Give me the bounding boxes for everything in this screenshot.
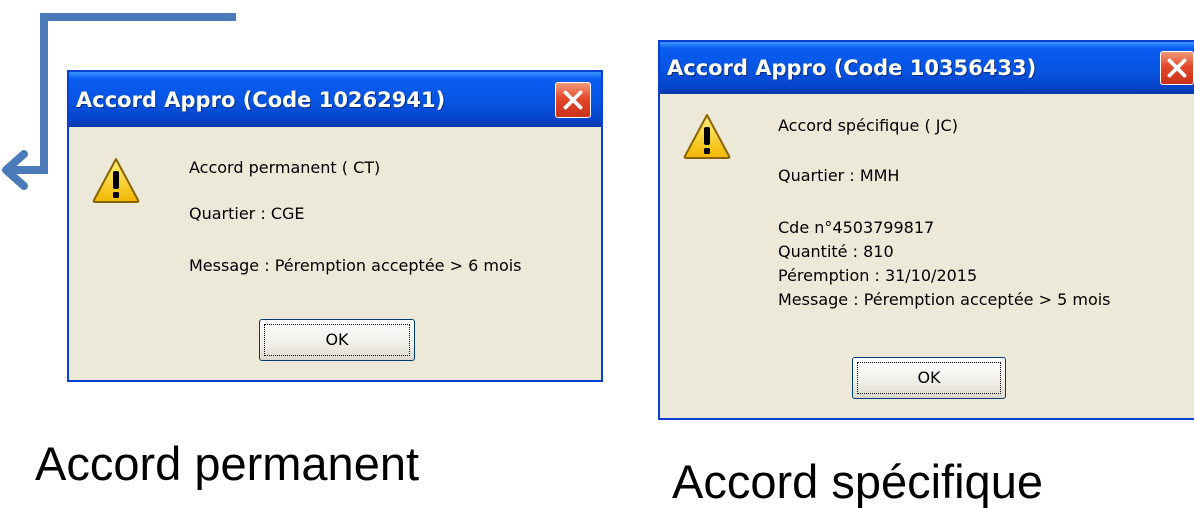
- message-line-quartier: Quartier : CGE: [189, 204, 305, 223]
- ok-button-label: OK: [917, 368, 941, 387]
- close-icon: [1167, 58, 1187, 78]
- caption-accord-specifique: Accord spécifique: [672, 455, 1043, 508]
- message-line-quartier: Quartier : MMH: [778, 166, 900, 185]
- dialog-accord-permanent: Accord Appro (Code 10262941) Accord perm…: [67, 70, 603, 382]
- close-icon: [563, 90, 583, 109]
- dialog-title: Accord Appro (Code 10262941): [76, 87, 446, 112]
- warning-icon: [92, 158, 140, 203]
- message-line-accord: Accord spécifique ( JC): [778, 116, 958, 135]
- message-line-message: Message : Péremption acceptée > 5 mois: [778, 290, 1111, 309]
- message-line-quantite: Quantité : 810: [778, 242, 894, 261]
- message-line-peremption: Péremption : 31/10/2015: [778, 266, 978, 285]
- dialog-title-bar[interactable]: Accord Appro (Code 10356433): [660, 42, 1194, 94]
- message-line-commande: Cde n°4503799817: [778, 218, 935, 237]
- dialog-accord-specifique: Accord Appro (Code 10356433) Accord spéc…: [658, 40, 1194, 420]
- ok-button[interactable]: OK: [259, 319, 415, 361]
- close-button[interactable]: [555, 81, 591, 118]
- warning-icon: [683, 114, 731, 159]
- dialog-title-bar[interactable]: Accord Appro (Code 10262941): [69, 72, 601, 127]
- ok-button[interactable]: OK: [852, 357, 1006, 399]
- caption-accord-permanent: Accord permanent: [35, 437, 420, 490]
- ok-button-label: OK: [325, 330, 349, 349]
- dialog-title: Accord Appro (Code 10356433): [667, 56, 1037, 80]
- message-line-accord: Accord permanent ( CT): [189, 158, 381, 177]
- message-line-message: Message : Péremption acceptée > 6 mois: [189, 256, 522, 275]
- close-button[interactable]: [1160, 51, 1194, 85]
